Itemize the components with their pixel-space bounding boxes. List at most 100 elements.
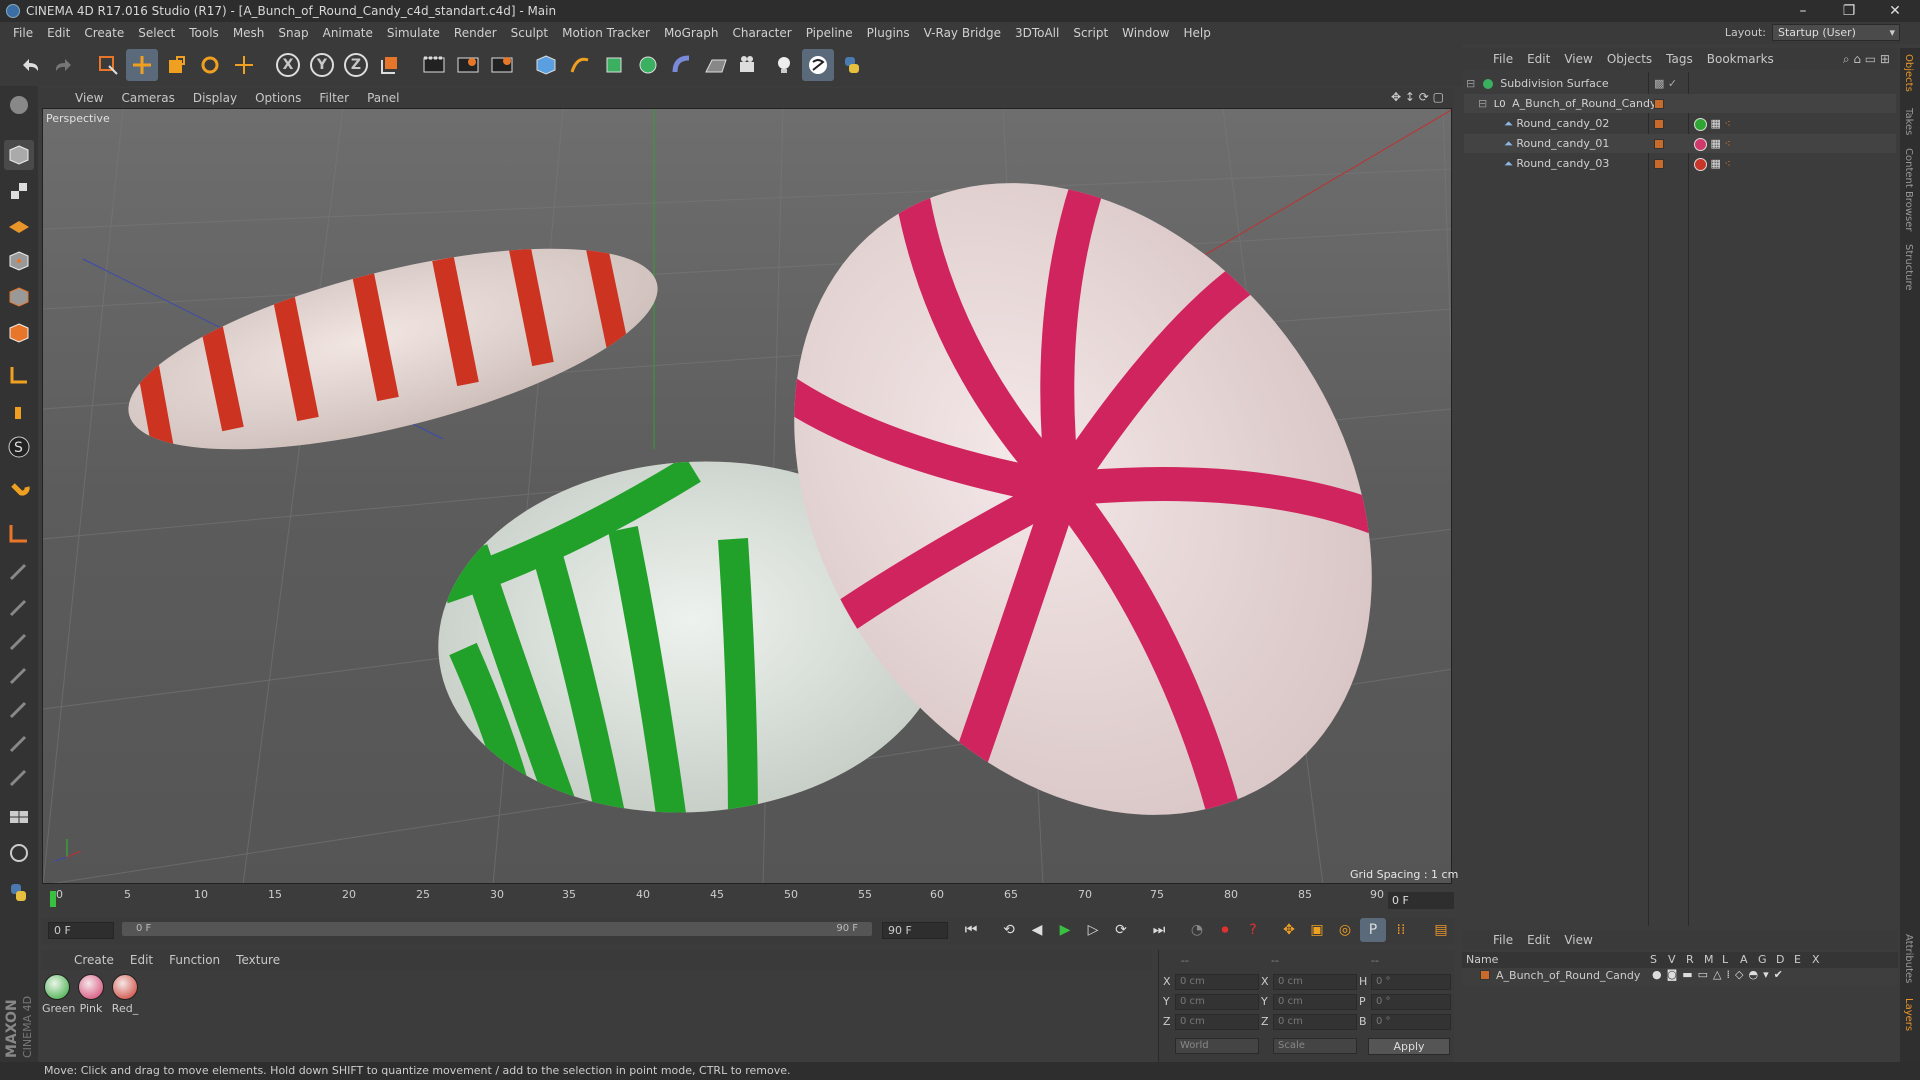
menu-tools[interactable]: Tools [182, 26, 226, 40]
key-rotation-icon[interactable]: ◎ [1332, 918, 1358, 942]
material-menu-function[interactable]: Function [161, 953, 228, 967]
current-frame-field[interactable]: 0 F [1388, 892, 1454, 909]
side-tab-objects[interactable]: Objects [1903, 54, 1914, 92]
brush-icon[interactable] [4, 556, 34, 586]
object-menu-view[interactable]: View [1557, 52, 1599, 66]
frame-range-slider[interactable]: 0 F 90 F [122, 922, 872, 936]
sculpt-smooth-icon[interactable] [4, 626, 34, 656]
start-frame-field[interactable]: 0 F [48, 922, 114, 939]
cloner-icon[interactable] [632, 49, 664, 81]
record-keys-icon[interactable]: ◔ [1184, 918, 1210, 942]
coord-size-x-field[interactable]: 0 cm [1273, 974, 1357, 990]
layer-color-swatch[interactable] [1654, 154, 1664, 173]
material-tag-red-icon[interactable] [1694, 157, 1707, 171]
object-menu-tags[interactable]: Tags [1659, 52, 1700, 66]
deformer-icon[interactable] [666, 49, 698, 81]
layer-color-swatch[interactable] [1654, 134, 1664, 153]
menu-motion-tracker[interactable]: Motion Tracker [555, 26, 657, 40]
points-mode-icon[interactable] [4, 246, 34, 276]
menu-window[interactable]: Window [1115, 26, 1176, 40]
apply-button[interactable]: Apply [1368, 1038, 1450, 1055]
material-tags[interactable]: ▦ ⁖ [1694, 134, 1731, 153]
go-to-start-icon[interactable]: ⏮ [958, 918, 984, 942]
viewport-menu-cameras[interactable]: Cameras [112, 91, 183, 105]
key-parameter-icon[interactable]: P [1360, 918, 1386, 942]
layer-menu-edit[interactable]: Edit [1520, 933, 1557, 947]
menu-plugins[interactable]: Plugins [860, 26, 917, 40]
x-axis-lock-button[interactable]: X [272, 49, 304, 81]
sculpt-flatten-icon[interactable] [4, 660, 34, 690]
subdivision-surface-icon[interactable] [598, 49, 630, 81]
3d-viewport[interactable] [42, 108, 1452, 884]
play-icon[interactable]: ▶ [1052, 918, 1078, 942]
material-pink[interactable]: Pink [76, 974, 106, 1015]
menu-animate[interactable]: Animate [316, 26, 380, 40]
material-menu-edit[interactable]: Edit [122, 953, 161, 967]
minimize-button[interactable]: – [1780, 0, 1826, 22]
object-row-round-candy-02[interactable]: ⏶ Round_candy_02 ▦ ⁖ [1464, 114, 1896, 133]
spline-pen-icon[interactable] [564, 49, 596, 81]
vray-bridge-icon[interactable] [802, 49, 834, 81]
coord-rot-h-field[interactable]: 0 ° [1371, 974, 1451, 990]
menu-3dtoall[interactable]: 3DToAll [1008, 26, 1066, 40]
menu-create[interactable]: Create [77, 26, 131, 40]
material-menu-create[interactable]: Create [66, 953, 122, 967]
menu-select[interactable]: Select [131, 26, 182, 40]
menu-edit[interactable]: Edit [40, 26, 77, 40]
z-axis-lock-button[interactable]: Z [340, 49, 372, 81]
layer-color-swatch[interactable] [1654, 94, 1664, 113]
layer-menu-view[interactable]: View [1557, 933, 1599, 947]
side-tab-attributes[interactable]: Attributes [1903, 934, 1914, 983]
model-mode-icon[interactable] [4, 140, 34, 170]
coord-size-y-field[interactable]: 0 cm [1273, 994, 1357, 1010]
viewport-menu-filter[interactable]: Filter [310, 91, 358, 105]
layer-color-swatch[interactable] [1654, 114, 1664, 133]
material-tag-pink-icon[interactable] [1694, 137, 1707, 151]
axis-mode-icon[interactable] [4, 360, 34, 390]
rotate-tool-icon[interactable] [194, 49, 226, 81]
render-view-icon[interactable] [418, 49, 450, 81]
object-menu-bookmarks[interactable]: Bookmarks [1700, 52, 1781, 66]
sculpt-pull-icon[interactable] [4, 592, 34, 622]
layer-menu-file[interactable]: File [1486, 933, 1520, 947]
object-row-subdivision-surface[interactable]: ⊟ Subdivision Surface ▩ ✓ [1464, 74, 1896, 93]
snap-icon[interactable]: S [4, 432, 34, 462]
timeline-ruler[interactable]: 0 5 10 15 20 25 30 35 40 45 50 55 60 65 … [42, 888, 1452, 910]
coord-pos-z-field[interactable]: 0 cm [1175, 1014, 1259, 1030]
python-script-icon[interactable] [4, 878, 34, 908]
keyframe-selection-icon[interactable]: ? [1240, 918, 1266, 942]
python-icon[interactable] [836, 49, 868, 81]
menu-snap[interactable]: Snap [271, 26, 315, 40]
side-tab-structure[interactable]: Structure [1903, 244, 1914, 291]
layer-flag-icons[interactable]: ●◙▬▭△⁞◇◓▾✔ [1652, 968, 1788, 981]
magnet-icon[interactable] [4, 476, 34, 506]
viewport-menu-panel[interactable]: Panel [358, 91, 408, 105]
y-axis-lock-button[interactable]: Y [306, 49, 338, 81]
redo-icon[interactable] [48, 49, 80, 81]
viewport-menu-view[interactable]: View [66, 91, 112, 105]
menu-script[interactable]: Script [1066, 26, 1115, 40]
previous-frame-icon[interactable]: ◀ [1024, 918, 1050, 942]
menu-pipeline[interactable]: Pipeline [799, 26, 860, 40]
end-frame-field[interactable]: 90 F [882, 922, 948, 939]
workplane-icon[interactable] [4, 210, 34, 240]
coord-pos-y-field[interactable]: 0 cm [1175, 994, 1259, 1010]
render-settings-icon[interactable] [486, 49, 518, 81]
floor-icon[interactable] [700, 49, 732, 81]
menu-sculpt[interactable]: Sculpt [504, 26, 555, 40]
visibility-toggle[interactable]: ▩ ✓ [1654, 74, 1677, 93]
next-key-icon[interactable]: ⟳ [1108, 918, 1134, 942]
object-menu-edit[interactable]: Edit [1520, 52, 1557, 66]
object-manager-search-icon[interactable]: ⌕ ⌂ ▭ ⊞ [1843, 52, 1890, 67]
coord-rot-p-field[interactable]: 0 ° [1371, 994, 1451, 1010]
side-tab-content-browser[interactable]: Content Browser [1903, 148, 1914, 231]
object-row-round-candy-03[interactable]: ⏶ Round_candy_03 ▦ ⁖ [1464, 154, 1896, 173]
coord-mode-scale-select[interactable]: Scale [1273, 1038, 1357, 1054]
menu-mograph[interactable]: MoGraph [657, 26, 726, 40]
coordinate-system-icon[interactable] [374, 49, 406, 81]
grid-lock-icon[interactable] [4, 802, 34, 832]
menu-file[interactable]: File [6, 26, 40, 40]
material-tags[interactable]: ▦ ⁖ [1694, 114, 1731, 133]
viewport-menu-options[interactable]: Options [246, 91, 310, 105]
sculpt-mask-icon[interactable] [4, 762, 34, 792]
